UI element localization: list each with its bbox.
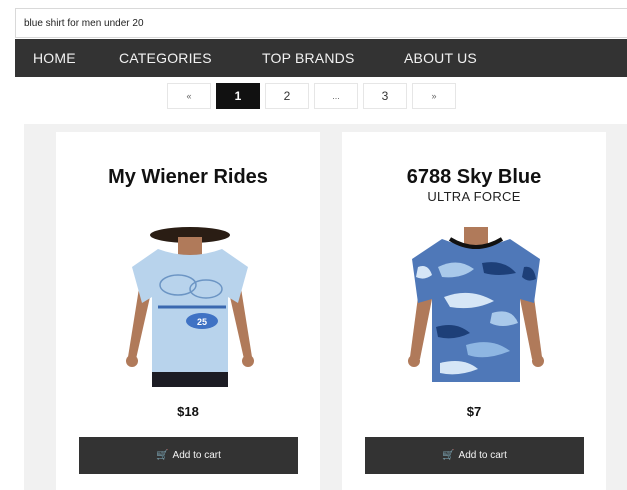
- nav-categories[interactable]: CATEGORIES: [119, 50, 212, 66]
- product-card: 6788 Sky Blue ULTRA FORCE $7 🛒 Add to ca…: [342, 132, 606, 490]
- nav-top-brands[interactable]: TOP BRANDS: [262, 50, 355, 66]
- pagination-page-2[interactable]: 2: [265, 83, 309, 109]
- cart-icon: 🛒: [442, 450, 455, 461]
- pagination-next[interactable]: »: [412, 83, 456, 109]
- add-to-cart-button[interactable]: 🛒 Add to cart: [79, 437, 298, 474]
- product-title[interactable]: My Wiener Rides: [56, 166, 320, 189]
- nav-about-us[interactable]: ABOUT US: [404, 50, 477, 66]
- product-price: $7: [466, 404, 482, 419]
- product-image[interactable]: [374, 227, 574, 387]
- cart-icon: 🛒: [156, 450, 169, 461]
- product-subtitle: ULTRA FORCE: [427, 189, 521, 204]
- add-to-cart-label: Add to cart: [458, 450, 507, 461]
- main-nav: HOME CATEGORIES TOP BRANDS ABOUT US: [15, 39, 627, 77]
- add-to-cart-label: Add to cart: [172, 450, 221, 461]
- svg-text:25: 25: [197, 317, 207, 327]
- pagination-ellipsis: ...: [314, 83, 358, 109]
- blue-camo-tshirt-image: [408, 227, 544, 382]
- nav-home[interactable]: HOME: [33, 50, 76, 66]
- pagination-page-3[interactable]: 3: [363, 83, 407, 109]
- pagination-prev[interactable]: «: [167, 83, 211, 109]
- product-card: My Wiener Rides 25 $18 🛒 Add to cart: [56, 132, 320, 490]
- add-to-cart-button[interactable]: 🛒 Add to cart: [365, 437, 584, 474]
- search-bar[interactable]: [15, 8, 627, 38]
- product-price: $18: [177, 404, 199, 419]
- product-image[interactable]: 25: [88, 227, 288, 387]
- pagination: « 1 2 ... 3 »: [167, 83, 461, 111]
- pagination-page-1[interactable]: 1: [216, 83, 260, 109]
- search-input[interactable]: [16, 9, 627, 37]
- product-title[interactable]: 6788 Sky Blue: [342, 166, 606, 189]
- light-blue-tshirt-image: 25: [126, 227, 254, 387]
